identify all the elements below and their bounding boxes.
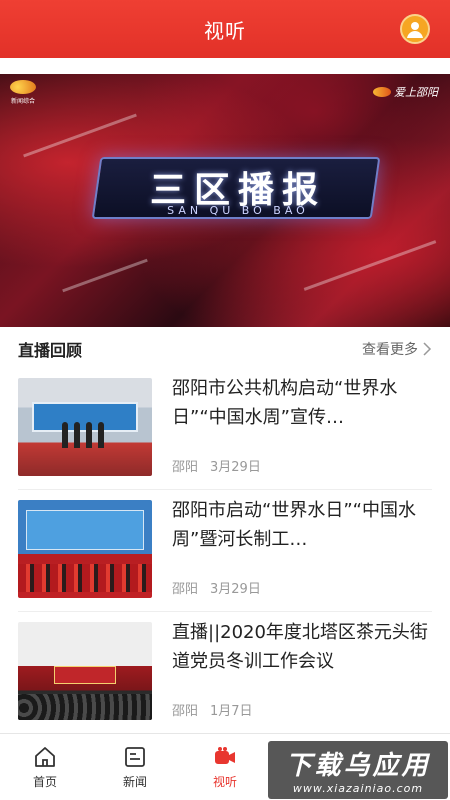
banner-subtitle: SAN QU BO BAO [167,204,309,217]
video-icon [215,746,235,764]
thumbnail-person [62,422,68,448]
news-date: 3月29日 [210,460,261,475]
news-source: 邵阳 [172,704,199,719]
brand-logo-mark [373,87,391,97]
brand-logo-text: 爱上邵阳 [394,86,438,99]
news-meta: 邵阳 3月29日 [172,578,261,597]
tab-video[interactable]: 视听 [180,734,270,800]
tab-label: 新闻 [122,774,147,789]
news-thumbnail [18,500,152,598]
watermark-url: www.xiazainiao.com [292,782,424,795]
live-replay-section-header: 直播回顾 查看更多 [0,328,450,370]
thumbnail-person [98,422,104,448]
brand-logo: 爱上邵阳 [373,84,438,100]
news-meta: 邵阳 3月29日 [172,456,261,475]
watermark-text: 下载乌应用 [285,751,431,781]
news-meta: 邵阳 1月7日 [172,700,253,719]
thumbnail-audience [18,694,152,720]
list-item[interactable]: 直播||2020年度北塔区茶元头街道党员冬训工作会议 邵阳 1月7日 [18,614,432,734]
section-title: 直播回顾 [18,341,83,360]
news-title: 直播||2020年度北塔区茶元头街道党员冬训工作会议 [172,622,428,672]
news-source: 邵阳 [172,460,199,475]
tab-home[interactable]: 首页 [0,734,90,800]
news-thumbnail [18,378,152,476]
thumbnail-stage-board [26,510,144,550]
channel-logo-text: 新闻综合 [10,98,35,105]
thumbnail-screen [54,666,116,684]
list-item[interactable]: 邵阳市启动“世界水日”“中国水周”暨河长制工… 邵阳 3月29日 [18,492,432,612]
news-source: 邵阳 [172,582,199,597]
page-title: 视听 [204,18,246,43]
list-item[interactable]: 邵阳市公共机构启动“世界水日”“中国水周”宣传… 邵阳 3月29日 [18,370,432,490]
chevron-right-icon [423,342,432,356]
video-banner[interactable]: 新闻综合 爱上邵阳 三区播报 SAN QU BO BAO [0,74,450,327]
tab-news[interactable]: 新闻 [90,734,180,800]
home-icon [35,746,55,767]
thumbnail-person [74,422,80,448]
thumbnail-person [86,422,92,448]
news-icon [125,746,145,767]
thumbnail-crowd [18,564,152,592]
view-more-label: 查看更多 [362,342,418,358]
news-thumbnail [18,622,152,720]
news-date: 1月7日 [210,704,253,719]
news-title: 邵阳市启动“世界水日”“中国水周”暨河长制工… [172,500,416,550]
top-header: 视听 [0,0,450,58]
news-title: 邵阳市公共机构启动“世界水日”“中国水周”宣传… [172,378,398,428]
user-avatar-icon[interactable] [400,14,430,44]
channel-logo: 新闻综合 [10,80,36,105]
tab-label: 首页 [32,774,57,789]
tab-label: 视听 [212,774,237,789]
thumbnail-stage-board [32,402,138,432]
site-watermark: 下载乌应用 www.xiazainiao.com [268,741,448,799]
view-more-link[interactable]: 查看更多 [362,339,432,359]
channel-logo-mark [10,80,36,94]
news-date: 3月29日 [210,582,261,597]
